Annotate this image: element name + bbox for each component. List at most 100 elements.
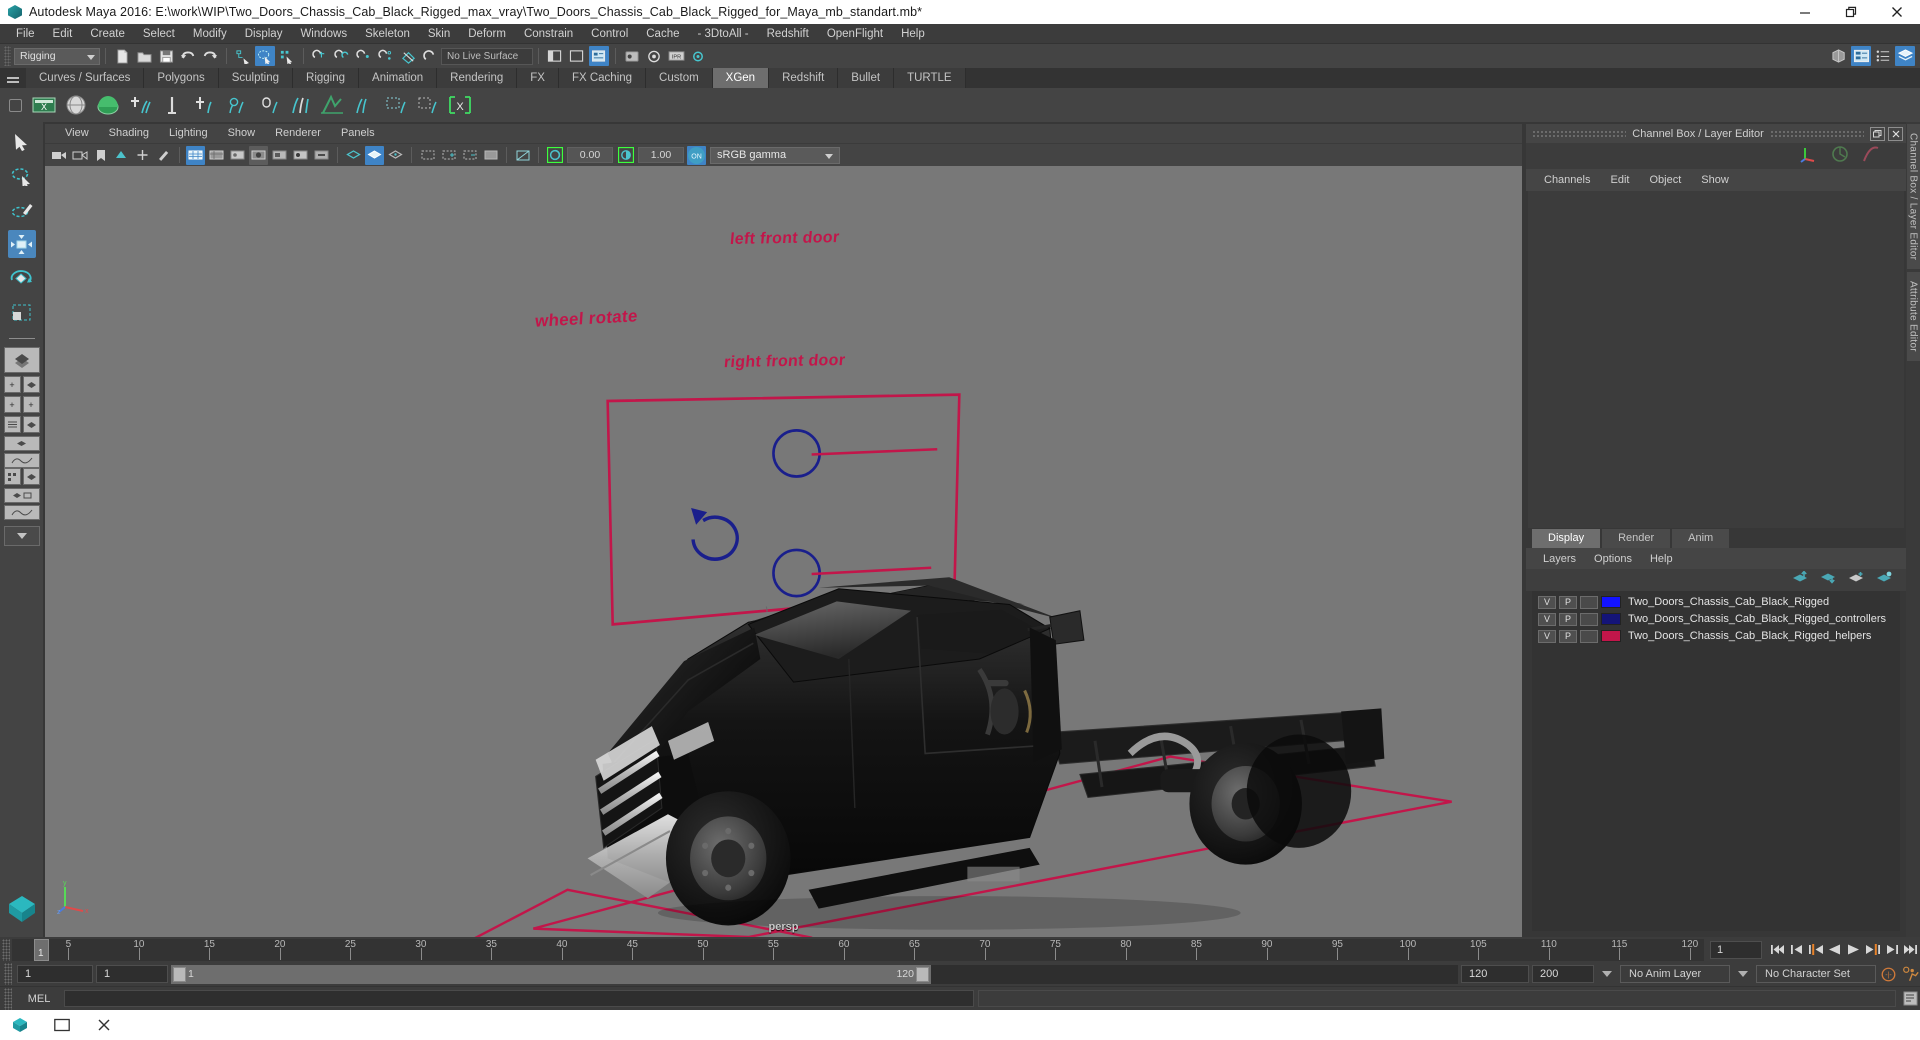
menu-display[interactable]: Display xyxy=(236,24,292,44)
new-scene-icon[interactable] xyxy=(112,46,132,66)
layer-row[interactable]: V P Two_Doors_Chassis_Cab_Black_Rigged_h… xyxy=(1532,628,1900,644)
character-set-selector[interactable]: No Character Set xyxy=(1756,965,1876,983)
shelf-menu-icon[interactable] xyxy=(0,68,26,88)
xgen-add-guide-icon[interactable] xyxy=(125,90,155,120)
xgen-comb-icon[interactable] xyxy=(157,90,187,120)
layer-row[interactable]: V P Two_Doors_Chassis_Cab_Black_Rigged_c… xyxy=(1532,611,1900,627)
menu-help[interactable]: Help xyxy=(892,24,934,44)
go-to-end-icon[interactable] xyxy=(1902,940,1919,960)
play-forwards-icon[interactable] xyxy=(1845,940,1862,960)
move-tool[interactable] xyxy=(7,230,36,258)
layer-color-swatch[interactable] xyxy=(1601,596,1621,608)
current-time-indicator[interactable]: 1 xyxy=(34,938,49,961)
shelf-tab-curves-surfaces[interactable]: Curves / Surfaces xyxy=(26,68,145,88)
panel-menu-view[interactable]: View xyxy=(55,124,99,143)
select-component-icon[interactable] xyxy=(277,46,297,66)
smooth-shade-all-icon[interactable] xyxy=(207,146,226,165)
use-all-lights-icon[interactable] xyxy=(249,145,268,165)
quick-layout-dropdown[interactable] xyxy=(3,526,40,546)
attribute-editor-icon[interactable] xyxy=(589,46,609,66)
tab-render[interactable]: Render xyxy=(1602,529,1671,548)
tab-anim[interactable]: Anim xyxy=(1672,529,1730,548)
select-camera-icon[interactable] xyxy=(49,146,68,165)
move-layer-down-icon[interactable] xyxy=(1820,571,1836,589)
layer-color-swatch[interactable] xyxy=(1601,613,1621,625)
quick-layout-persp-c[interactable] xyxy=(22,416,40,433)
gamma-icon[interactable] xyxy=(616,146,635,165)
show-hide-editors-icon[interactable] xyxy=(545,46,565,66)
menuset-selector[interactable]: Rigging xyxy=(14,47,100,65)
anim-end-field[interactable]: 200 xyxy=(1532,965,1594,983)
image-plane-icon[interactable] xyxy=(112,146,131,165)
layer-playback-toggle[interactable]: P xyxy=(1559,629,1577,643)
camera-attributes-icon[interactable] xyxy=(70,146,89,165)
current-frame-field[interactable]: 1 xyxy=(1710,940,1762,959)
step-forward-key-icon[interactable] xyxy=(1864,940,1881,960)
layer-editor-icon[interactable] xyxy=(1895,46,1915,66)
gamma-value[interactable]: 1.00 xyxy=(638,147,684,163)
isolate-select-load-icon[interactable] xyxy=(481,146,500,165)
menu-cache[interactable]: Cache xyxy=(637,24,688,44)
shelf-tab-rendering[interactable]: Rendering xyxy=(437,68,518,88)
quick-layout-hypershade[interactable] xyxy=(3,468,21,485)
xgen-preview-icon[interactable] xyxy=(381,90,411,120)
time-slider-track[interactable]: 1 5 10 15 20 25 30 35 40 45 50 55 60 65 70 75 80 85 90 95 1… xyxy=(12,938,1704,961)
motion-blur-icon[interactable] xyxy=(312,146,331,165)
xgen-clump-icon[interactable] xyxy=(285,90,315,120)
anim-start-field[interactable]: 1 xyxy=(17,965,93,983)
xgen-dome-icon[interactable] xyxy=(93,90,123,120)
bookmark-icon[interactable] xyxy=(91,146,110,165)
shelf-tab-turtle[interactable]: TURTLE xyxy=(894,68,966,88)
select-tool[interactable] xyxy=(8,128,36,156)
cb-menu-show[interactable]: Show xyxy=(1691,174,1739,186)
xgen-export-icon[interactable]: X xyxy=(445,90,475,120)
range-end-field[interactable]: 120 xyxy=(1461,965,1529,983)
le-menu-help[interactable]: Help xyxy=(1641,553,1682,565)
xgen-select-region-icon[interactable] xyxy=(413,90,443,120)
snap-projected-center-icon[interactable] xyxy=(376,46,396,66)
cb-menu-edit[interactable]: Edit xyxy=(1600,174,1639,186)
layer-visibility-toggle[interactable]: V xyxy=(1538,595,1556,609)
isolate-select-add-icon[interactable] xyxy=(439,146,458,165)
lasso-select-tool[interactable] xyxy=(8,162,36,190)
shelf-options-icon[interactable] xyxy=(2,88,28,122)
windows-start-icon[interactable] xyxy=(10,1015,30,1035)
xray-mode-icon[interactable] xyxy=(344,146,363,165)
isolate-select-remove-icon[interactable] xyxy=(460,146,479,165)
outliner-icon[interactable] xyxy=(567,46,587,66)
two-d-pan-zoom-icon[interactable] xyxy=(133,146,152,165)
chevron-down-icon[interactable] xyxy=(1738,971,1748,977)
minimize-icon[interactable] xyxy=(1782,0,1828,24)
command-input[interactable] xyxy=(64,990,974,1007)
shelf-tab-bullet[interactable]: Bullet xyxy=(838,68,895,88)
menu-skeleton[interactable]: Skeleton xyxy=(356,24,419,44)
panel-menu-renderer[interactable]: Renderer xyxy=(265,124,331,143)
layer-row[interactable]: V P Two_Doors_Chassis_Cab_Black_Rigged xyxy=(1532,594,1900,610)
menu-deform[interactable]: Deform xyxy=(459,24,515,44)
xray-joints-icon[interactable] xyxy=(365,145,384,165)
menu-openflight[interactable]: OpenFlight xyxy=(818,24,892,44)
menu-redshift[interactable]: Redshift xyxy=(758,24,818,44)
shelf-tab-animation[interactable]: Animation xyxy=(359,68,438,88)
undo-icon[interactable] xyxy=(178,46,198,66)
side-tab-channel-box[interactable]: Channel Box / Layer Editor xyxy=(1906,124,1920,270)
step-back-frame-icon[interactable] xyxy=(1788,940,1805,960)
command-line-grip[interactable] xyxy=(4,987,12,1010)
quick-layout-persp-top[interactable] xyxy=(3,436,40,451)
panel-drag-handle-left[interactable] xyxy=(1532,130,1627,137)
live-surface-field[interactable]: No Live Surface xyxy=(441,47,533,65)
quick-layout-outliner[interactable] xyxy=(3,416,21,433)
layer-playback-toggle[interactable]: P xyxy=(1559,595,1577,609)
xgen-noise-icon[interactable] xyxy=(253,90,283,120)
layer-playback-toggle[interactable]: P xyxy=(1559,612,1577,626)
paint-select-tool[interactable] xyxy=(8,196,36,224)
panel-menu-lighting[interactable]: Lighting xyxy=(159,124,218,143)
xgen-sculpt-icon[interactable] xyxy=(221,90,251,120)
close-icon[interactable] xyxy=(1874,0,1920,24)
range-start-handle[interactable] xyxy=(173,966,186,982)
layer-color-swatch[interactable] xyxy=(1601,630,1621,642)
go-to-start-icon[interactable] xyxy=(1769,940,1786,960)
animation-preferences-icon[interactable] xyxy=(1902,964,1919,984)
screen-space-ao-icon[interactable] xyxy=(291,146,310,165)
axis-gizmo-icon[interactable] xyxy=(1800,145,1818,168)
